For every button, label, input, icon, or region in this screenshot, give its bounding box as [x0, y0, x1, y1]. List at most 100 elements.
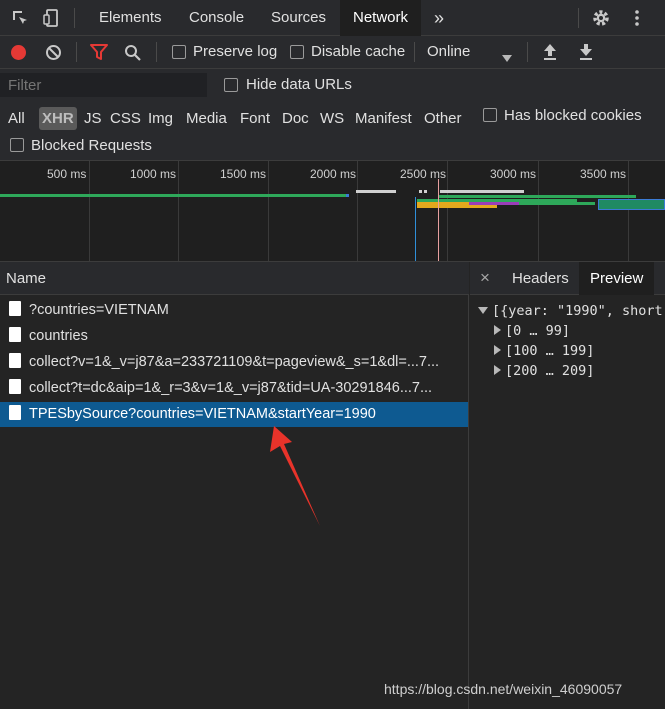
more-tabs-button[interactable]: » — [421, 0, 457, 36]
document-icon — [9, 405, 21, 420]
timeline-bar — [0, 194, 348, 197]
type-filter-xhr[interactable]: XHR — [39, 107, 77, 130]
timeline-bar — [519, 202, 595, 205]
device-toolbar-icon[interactable] — [42, 8, 62, 28]
request-row-selected[interactable]: TPESbySource?countries=VIETNAM&startYear… — [0, 402, 468, 427]
collapsed-triangle-icon — [494, 365, 501, 375]
gridline — [447, 161, 448, 261]
type-filter-all[interactable]: All — [5, 107, 28, 130]
request-name: countries — [29, 328, 88, 344]
type-filter-other[interactable]: Other — [421, 107, 465, 130]
gridline — [178, 161, 179, 261]
devtools-tabbar: Elements Console Sources Network » — [0, 0, 665, 36]
network-toolbar: Preserve log Disable cache Online — [0, 36, 665, 69]
request-name: collect?v=1&_v=j87&a=233721109&t=pagevie… — [29, 354, 440, 370]
clear-icon[interactable] — [45, 44, 62, 64]
timeline-bar — [346, 194, 349, 197]
gridline — [628, 161, 629, 261]
inspect-element-icon[interactable] — [10, 8, 30, 28]
document-icon — [9, 379, 21, 394]
type-filter-doc[interactable]: Doc — [279, 107, 312, 130]
record-icon[interactable] — [10, 44, 27, 64]
request-row[interactable]: countries — [0, 324, 468, 349]
gridline — [538, 161, 539, 261]
request-row[interactable]: collect?v=1&_v=j87&a=233721109&t=pagevie… — [0, 350, 468, 375]
request-row[interactable]: collect?t=dc&aip=1&_r=3&v=1&_v=j87&tid=U… — [0, 376, 468, 401]
detail-tabs: × Headers Preview — [470, 262, 665, 295]
preview-group-label: [100 … 199] — [505, 343, 595, 359]
timeline-overview[interactable]: 500 ms 1000 ms 1500 ms 2000 ms 2500 ms 3… — [0, 161, 665, 262]
tick-label: 3000 ms — [490, 167, 537, 181]
preview-root[interactable]: [{year: "1990", short — [478, 303, 663, 319]
preview-group[interactable]: [100 … 199] — [494, 343, 594, 359]
filter-bar: Hide data URLs All XHR JS CSS Img Media … — [0, 69, 665, 161]
divider — [74, 8, 75, 28]
request-row[interactable]: ?countries=VIETNAM — [0, 298, 468, 323]
disable-cache-label: Disable cache — [311, 43, 406, 60]
gear-icon[interactable] — [591, 8, 611, 28]
disable-cache-checkbox[interactable] — [290, 45, 304, 59]
document-icon — [9, 353, 21, 368]
timeline-bar — [440, 190, 524, 193]
timeline-bar — [417, 205, 497, 208]
preview-root-text: [{year: "1990", short — [492, 303, 663, 319]
has-blocked-cookies-label: Has blocked cookies — [504, 107, 642, 124]
tab-preview[interactable]: Preview — [579, 262, 655, 295]
timeline-bar — [419, 190, 422, 193]
export-har-icon[interactable] — [578, 43, 594, 64]
search-icon[interactable] — [124, 44, 142, 65]
tab-headers[interactable]: Headers — [501, 262, 580, 295]
type-filter-ws[interactable]: WS — [317, 107, 347, 130]
request-name: ?countries=VIETNAM — [29, 302, 169, 318]
gridline — [89, 161, 90, 261]
import-har-icon[interactable] — [542, 43, 558, 64]
tick-label: 500 ms — [47, 167, 87, 181]
tab-network[interactable]: Network — [340, 0, 422, 36]
request-name: TPESbySource?countries=VIETNAM&startYear… — [29, 406, 376, 422]
name-column-header[interactable]: Name — [0, 262, 469, 295]
gridline — [357, 161, 358, 261]
more-options-icon[interactable] — [627, 8, 647, 28]
tab-console[interactable]: Console — [176, 0, 257, 36]
type-filter-manifest[interactable]: Manifest — [352, 107, 415, 130]
request-list: Name ?countries=VIETNAM countries collec… — [0, 262, 469, 709]
tab-sources[interactable]: Sources — [258, 0, 339, 36]
request-name: collect?t=dc&aip=1&_r=3&v=1&_v=j87&tid=U… — [29, 380, 433, 396]
type-filter-img[interactable]: Img — [145, 107, 176, 130]
collapsed-triangle-icon — [494, 345, 501, 355]
divider — [414, 42, 415, 62]
preview-group[interactable]: [200 … 209] — [494, 363, 594, 379]
gridline — [268, 161, 269, 261]
preserve-log-label: Preserve log — [193, 43, 278, 60]
type-filter-font[interactable]: Font — [237, 107, 273, 130]
preserve-log-checkbox[interactable] — [172, 45, 186, 59]
blocked-requests-checkbox[interactable] — [10, 138, 24, 152]
divider — [76, 42, 77, 62]
timeline-bar — [438, 195, 636, 198]
throttling-select[interactable]: Online — [427, 43, 470, 60]
tick-label: 1000 ms — [130, 167, 177, 181]
tick-label: 2000 ms — [310, 167, 357, 181]
has-blocked-cookies-checkbox[interactable] — [483, 108, 497, 122]
hide-data-urls-label: Hide data URLs — [246, 76, 352, 93]
hide-data-urls-checkbox[interactable] — [224, 78, 238, 92]
preview-group[interactable]: [0 … 99] — [494, 323, 570, 339]
filter-input[interactable] — [0, 73, 207, 97]
timeline-bar — [356, 190, 396, 193]
collapsed-triangle-icon — [494, 325, 501, 335]
tick-label: 1500 ms — [220, 167, 267, 181]
blocked-requests-label: Blocked Requests — [31, 137, 152, 154]
document-icon — [9, 327, 21, 342]
chevron-down-icon[interactable] — [502, 49, 512, 65]
close-icon[interactable]: × — [480, 268, 490, 288]
type-filter-js[interactable]: JS — [81, 107, 105, 130]
tab-elements[interactable]: Elements — [86, 0, 175, 36]
expanded-triangle-icon — [478, 307, 488, 314]
timeline-bar — [598, 199, 665, 210]
filter-icon[interactable] — [90, 44, 108, 64]
divider — [527, 42, 528, 62]
watermark: https://blog.csdn.net/weixin_46090057 — [384, 681, 623, 697]
tick-label: 3500 ms — [580, 167, 627, 181]
type-filter-css[interactable]: CSS — [107, 107, 144, 130]
type-filter-media[interactable]: Media — [183, 107, 230, 130]
